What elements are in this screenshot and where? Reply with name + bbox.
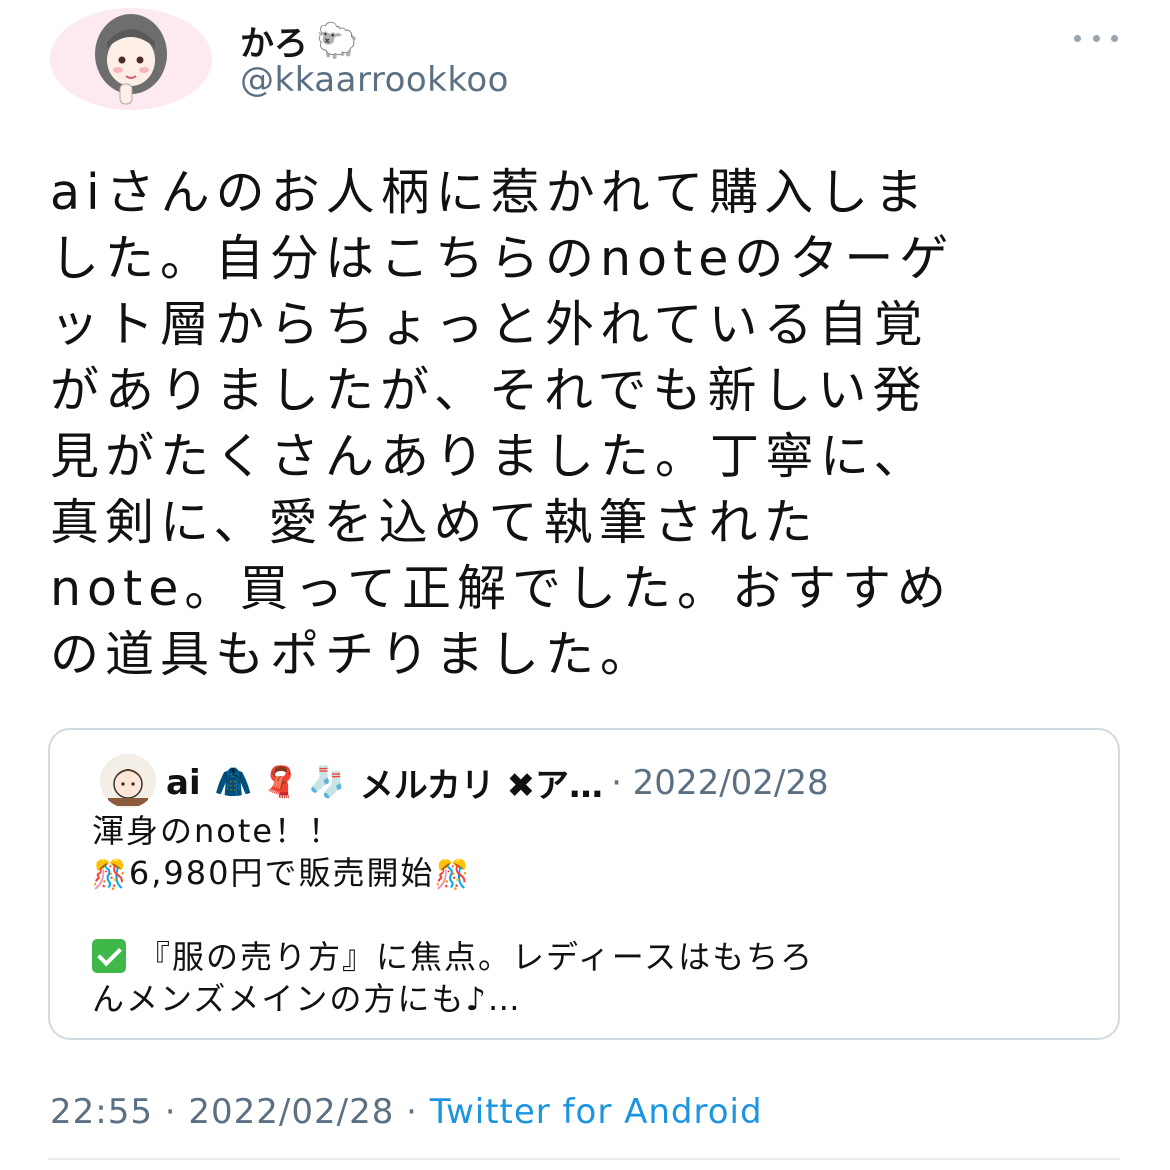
tweet-line: aiさんのお人柄に惹かれて購入しま — [50, 164, 930, 221]
tweet-line: note。買って正解でした。おすすめ — [50, 560, 952, 617]
author-display-name[interactable]: かろ 🐑 — [240, 16, 358, 65]
quoted-line: 🎊6,980円で販売開始🎊 — [92, 852, 1102, 894]
party-popper-icon: 🎊 — [434, 858, 472, 891]
tweet-source-link[interactable]: Twitter for Android — [430, 1092, 763, 1132]
divider — [48, 1158, 1120, 1160]
tweet-line: した。自分はこちらのnoteのターゲ — [50, 230, 955, 287]
quoted-line: 渾身のnote！！ — [92, 812, 343, 850]
quoted-tweet-body: 渾身のnote！！ 🎊6,980円で販売開始🎊 『服の売り方』に焦点。レディース… — [92, 810, 1102, 1020]
display-name-text: かろ — [240, 24, 308, 64]
quoted-line: 『服の売り方』に焦点。レディースはもちろ — [92, 936, 1102, 978]
tweet-line: 見がたくさんありました。丁寧に、 — [50, 428, 929, 485]
check-mark-icon — [92, 939, 126, 973]
tweet-timestamp[interactable]: 22:55 · 2022/02/28 · — [50, 1092, 430, 1132]
tweet-line: 真剣に、愛を込めて執筆された — [50, 494, 819, 551]
clothing-emoji-icons: 🧥 🧣 🧦 — [214, 765, 346, 800]
author-handle[interactable]: @kkaarrookkoo — [240, 60, 509, 100]
tweet-text: aiさんのお人柄に惹かれて購入しま した。自分はこちらのnoteのターゲ ット層… — [50, 160, 1110, 688]
author-avatar[interactable] — [50, 8, 212, 110]
quoted-line-text: 『服の売り方』に焦点。レディースはもちろ — [138, 938, 815, 976]
tweet-metadata: 22:55 · 2022/02/28 · Twitter for Android — [50, 1092, 763, 1132]
quoted-line: んメンズメインの方にも♪… — [92, 980, 522, 1018]
quoted-line-text: 6,980円で販売開始 — [128, 854, 435, 892]
quoted-author-name-rest: メルカリ ✖ア… — [359, 766, 604, 806]
quoted-tweet-header: ai 🧥 🧣 🧦 メルカリ ✖ア… · 2022/02/28 — [166, 758, 829, 807]
sheep-emoji-icon: 🐑 — [316, 20, 359, 61]
quoted-tweet-card[interactable]: ai 🧥 🧣 🧦 メルカリ ✖ア… · 2022/02/28 渾身のnote！！… — [48, 728, 1120, 1040]
tweet-line: ット層からちょっと外れている自覚 — [50, 296, 929, 353]
quoted-tweet-date: · 2022/02/28 — [611, 762, 829, 803]
quoted-blank-line — [92, 894, 1102, 936]
more-options-icon[interactable] — [1074, 28, 1118, 48]
quoted-author-name: ai — [166, 762, 201, 803]
quoted-author-avatar — [100, 754, 156, 808]
party-popper-icon: 🎊 — [92, 858, 129, 891]
tweet-line: の道具もポチりました。 — [50, 626, 656, 683]
tweet-line: がありましたが、それでも新しい発 — [50, 362, 928, 419]
